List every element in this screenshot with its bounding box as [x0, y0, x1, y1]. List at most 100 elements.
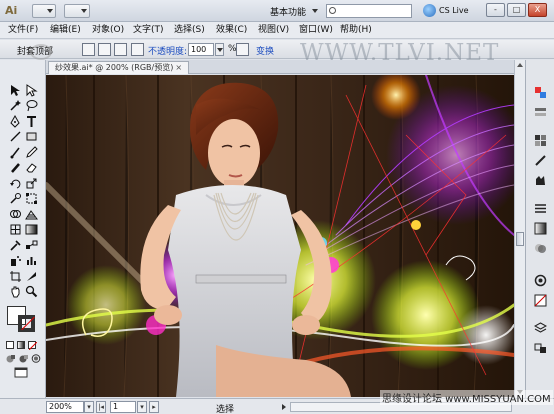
artwork-image	[46, 75, 514, 397]
draw-behind-icon[interactable]	[19, 354, 29, 363]
menu-edit[interactable]: 编辑(E)	[50, 24, 81, 37]
zoom-tool-icon[interactable]	[25, 285, 38, 298]
next-artboard-button[interactable]: ▸	[149, 401, 159, 413]
swatches-panel-icon[interactable]	[534, 134, 547, 147]
workspace-switcher[interactable]: 基本功能	[270, 5, 306, 18]
minimize-button[interactable]: -	[486, 3, 505, 17]
draw-normal-icon[interactable]	[6, 354, 16, 363]
gradient-mode-icon[interactable]	[17, 341, 25, 349]
menu-window[interactable]: 窗口(W)	[299, 24, 333, 37]
zoom-field[interactable]: 200%	[46, 401, 84, 413]
artboard-number-field[interactable]: 1	[110, 401, 136, 413]
bridge-button[interactable]	[32, 4, 56, 18]
perspective-grid-tool-icon[interactable]	[25, 208, 38, 221]
opacity-link[interactable]: 不透明度:	[148, 44, 187, 57]
slice-tool-icon[interactable]	[25, 270, 38, 283]
menu-help[interactable]: 帮助(H)	[340, 24, 372, 37]
color-guide-panel-icon[interactable]	[534, 106, 547, 119]
search-icon	[329, 7, 336, 14]
free-transform-tool-icon[interactable]	[25, 192, 38, 205]
menu-type[interactable]: 文字(T)	[133, 24, 164, 37]
chevron-down-icon[interactable]	[312, 9, 318, 13]
selection-tool-icon[interactable]	[9, 84, 22, 97]
blob-brush-tool-icon[interactable]	[9, 161, 22, 174]
status-text[interactable]: 选择	[216, 402, 234, 414]
lasso-tool-icon[interactable]	[25, 99, 38, 112]
reset-envelope-icon[interactable]	[131, 43, 144, 56]
warp-tool-icon[interactable]	[9, 192, 22, 205]
paintbrush-tool-icon[interactable]	[9, 146, 22, 159]
hand-tool-icon[interactable]	[9, 285, 22, 298]
symbols-panel-icon[interactable]	[534, 174, 547, 187]
column-graph-tool-icon[interactable]	[25, 254, 38, 267]
menu-view[interactable]: 视图(V)	[258, 24, 289, 37]
direct-selection-tool-icon[interactable]	[25, 84, 38, 97]
align-icon[interactable]	[236, 43, 249, 56]
opacity-dropdown-button[interactable]	[215, 43, 224, 56]
edit-contents-icon[interactable]	[98, 43, 111, 56]
scale-tool-icon[interactable]	[25, 177, 38, 190]
panel-dock	[525, 60, 554, 400]
screen-mode-icon[interactable]	[14, 367, 28, 378]
scroll-thumb[interactable]	[516, 232, 524, 246]
gradient-tool-icon[interactable]	[25, 223, 38, 236]
color-panel-icon[interactable]	[534, 86, 547, 99]
shape-builder-tool-icon[interactable]	[9, 208, 22, 221]
first-artboard-button[interactable]: |◂	[96, 401, 106, 413]
artboards-panel-icon[interactable]	[534, 342, 547, 355]
close-tab-icon[interactable]: ×	[175, 62, 182, 74]
maximize-button[interactable]: □	[507, 3, 526, 17]
document-tab-bar: 纱效果.ai* @ 200% (RGB/预览) ×	[46, 60, 514, 74]
watermark-logo	[30, 44, 52, 60]
layers-panel-icon[interactable]	[534, 322, 547, 335]
title-bar: Ai 基本功能 CS Live - □ X	[0, 0, 554, 22]
artboard-tool-icon[interactable]	[9, 270, 22, 283]
magic-wand-tool-icon[interactable]	[9, 99, 22, 112]
site-watermark: 思缘设计论坛 www.MISSYUAN.COM	[380, 390, 553, 405]
fill-mode-icon[interactable]	[6, 341, 14, 349]
edit-envelope-icon[interactable]	[82, 43, 95, 56]
pen-tool-icon[interactable]	[9, 115, 22, 128]
none-mode-icon[interactable]	[28, 341, 37, 350]
artboard-canvas[interactable]	[46, 75, 514, 397]
stroke-swatch[interactable]	[18, 315, 35, 332]
cs-live-label[interactable]: CS Live	[439, 6, 469, 15]
menu-effect[interactable]: 效果(C)	[216, 24, 247, 37]
eyedropper-tool-icon[interactable]	[9, 239, 22, 252]
draw-inside-icon[interactable]	[31, 354, 41, 363]
cs-live-icon[interactable]	[423, 4, 436, 17]
menu-bar: 文件(F) 编辑(E) 对象(O) 文字(T) 选择(S) 效果(C) 视图(V…	[0, 22, 554, 39]
pencil-tool-icon[interactable]	[25, 146, 38, 159]
arrange-documents-button[interactable]	[64, 4, 90, 18]
mesh-tool-icon[interactable]	[9, 223, 22, 236]
transform-link[interactable]: 变换	[256, 44, 274, 57]
artboard-dropdown-button[interactable]: ▾	[137, 401, 147, 413]
zoom-dropdown-button[interactable]: ▾	[84, 401, 94, 413]
graphic-styles-panel-icon[interactable]	[534, 294, 547, 307]
menu-object[interactable]: 对象(O)	[92, 24, 124, 37]
fill-stroke-swatches[interactable]	[7, 306, 38, 333]
transparency-panel-icon[interactable]	[534, 242, 547, 255]
gradient-panel-icon[interactable]	[534, 222, 547, 235]
rotate-tool-icon[interactable]	[9, 177, 22, 190]
stroke-panel-icon[interactable]	[534, 202, 547, 215]
rectangle-tool-icon[interactable]	[25, 130, 38, 143]
type-tool-icon[interactable]	[25, 115, 38, 128]
close-button[interactable]: X	[528, 3, 547, 17]
eraser-tool-icon[interactable]	[25, 161, 38, 174]
blend-tool-icon[interactable]	[25, 239, 38, 252]
vertical-scrollbar[interactable]	[514, 60, 525, 397]
line-tool-icon[interactable]	[9, 130, 22, 143]
symbol-sprayer-tool-icon[interactable]	[9, 254, 22, 267]
brushes-panel-icon[interactable]	[534, 154, 547, 167]
appearance-panel-icon[interactable]	[534, 274, 547, 287]
document-tab[interactable]: 纱效果.ai* @ 200% (RGB/预览) ×	[48, 61, 190, 74]
tools-panel	[0, 60, 46, 400]
opacity-field[interactable]: 100	[188, 43, 214, 56]
menu-select[interactable]: 选择(S)	[174, 24, 205, 37]
status-menu-icon[interactable]	[282, 404, 286, 410]
envelope-options-icon[interactable]	[114, 43, 127, 56]
scroll-up-icon[interactable]	[517, 63, 523, 67]
search-input[interactable]	[326, 4, 412, 18]
menu-file[interactable]: 文件(F)	[8, 24, 38, 37]
